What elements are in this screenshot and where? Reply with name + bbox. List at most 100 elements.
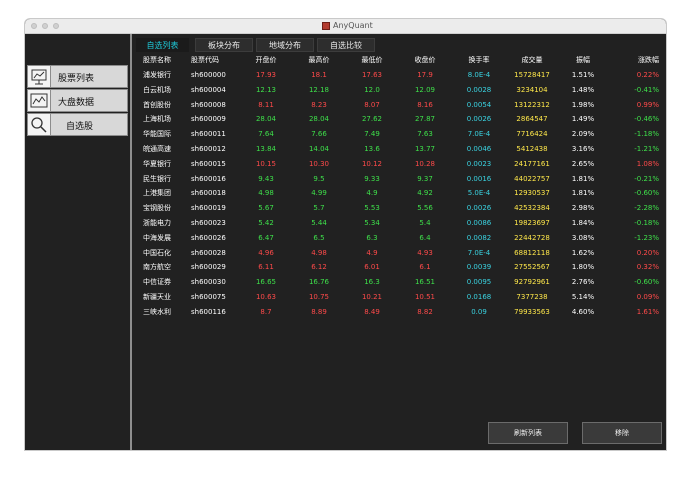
- column-header[interactable]: 涨跌幅: [615, 55, 659, 66]
- cell-open: 5.67: [258, 204, 274, 213]
- sidebar-item-stock-list[interactable]: 股票列表: [27, 65, 128, 88]
- tab-region[interactable]: 地域分布: [256, 38, 314, 52]
- cell-name: 上港集团: [143, 189, 171, 198]
- cell-high: 18.1: [311, 71, 327, 79]
- cell-low: 4.9: [366, 189, 378, 198]
- cell-name: 中海发展: [143, 233, 171, 242]
- column-header[interactable]: 成交量: [509, 55, 555, 66]
- column-header[interactable]: 最低价: [355, 55, 389, 66]
- cell-change: 1.08%: [636, 159, 659, 168]
- close-window-button[interactable]: [31, 23, 37, 29]
- app-icon: [322, 22, 330, 30]
- column-header[interactable]: 股票代码: [191, 55, 235, 66]
- cell-high: 6.12: [311, 263, 327, 272]
- cell-volume: 24177161: [514, 159, 550, 168]
- cell-turnover: 0.0026: [466, 204, 492, 213]
- cell-change: 0.20%: [636, 248, 659, 257]
- cell-volume: 27552567: [514, 263, 550, 272]
- cell-low: 7.49: [364, 130, 380, 139]
- cell-name: 中国石化: [143, 248, 171, 257]
- cell-close: 8.16: [417, 100, 433, 109]
- cell-volume: 13122312: [514, 100, 550, 109]
- cell-high: 9.5: [313, 174, 325, 183]
- cell-close: 7.63: [417, 130, 433, 139]
- magnifier-icon: [28, 114, 51, 135]
- cell-amplitude: 1.84%: [571, 219, 595, 227]
- cell-amplitude: 1.49%: [571, 115, 595, 124]
- column-header[interactable]: 收盘价: [408, 55, 442, 66]
- cell-change: 0.09%: [636, 293, 659, 301]
- column-header[interactable]: 换手率: [461, 55, 497, 66]
- sidebar-item-watchlist[interactable]: 自选股: [27, 113, 128, 136]
- cell-code: sh600011: [191, 130, 226, 139]
- cell-high: 10.30: [308, 159, 330, 168]
- refresh-list-button[interactable]: 刷新列表: [488, 422, 568, 444]
- cell-amplitude: 1.81%: [571, 189, 595, 198]
- cell-code: sh600009: [191, 115, 226, 124]
- cell-low: 6.3: [366, 233, 378, 242]
- cell-name: 中信证券: [143, 278, 171, 287]
- cell-amplitude: 2.65%: [571, 159, 595, 168]
- sidebar-item-market-data[interactable]: 大盘数据: [27, 89, 128, 112]
- cell-change: -0.46%: [634, 115, 659, 124]
- cell-close: 9.37: [417, 174, 433, 183]
- cell-code: sh600075: [191, 293, 226, 301]
- cell-amplitude: 1.62%: [571, 248, 595, 257]
- cell-name: 三峡水利: [143, 307, 171, 316]
- sidebar: 股票列表 大盘数据 自选股: [25, 34, 130, 450]
- cell-volume: 22442728: [514, 233, 550, 242]
- sidebar-item-label: 大盘数据: [58, 98, 95, 108]
- cell-amplitude: 2.76%: [571, 278, 595, 287]
- cell-open: 10.63: [255, 293, 277, 301]
- cell-low: 27.62: [361, 115, 383, 124]
- cell-change: 0.32%: [636, 263, 659, 272]
- cell-volume: 7716424: [516, 130, 548, 139]
- cell-close: 8.82: [417, 307, 433, 316]
- cell-amplitude: 1.98%: [571, 100, 595, 109]
- cell-amplitude: 2.98%: [571, 204, 595, 213]
- cell-turnover: 0.0026: [466, 115, 492, 124]
- cell-code: sh600019: [191, 204, 226, 213]
- cell-amplitude: 4.60%: [571, 307, 595, 316]
- cell-low: 10.12: [361, 159, 383, 168]
- cell-turnover: 0.0016: [466, 174, 492, 183]
- cell-low: 5.34: [364, 219, 380, 227]
- cell-code: sh600029: [191, 263, 226, 272]
- column-header[interactable]: 最高价: [302, 55, 336, 66]
- cell-low: 16.3: [364, 278, 380, 287]
- column-header[interactable]: 股票名称: [143, 55, 185, 66]
- cell-open: 4.98: [258, 189, 274, 198]
- tab-sector[interactable]: 板块分布: [195, 38, 253, 52]
- cell-open: 7.64: [258, 130, 274, 139]
- cell-low: 5.53: [364, 204, 380, 213]
- cell-low: 13.6: [364, 145, 380, 153]
- cell-name: 浙能电力: [143, 219, 171, 227]
- cell-name: 华夏银行: [143, 159, 171, 168]
- cell-turnover: 0.0028: [466, 85, 492, 94]
- cell-amplitude: 3.08%: [571, 233, 595, 242]
- cell-high: 28.04: [308, 115, 330, 124]
- cell-open: 10.15: [255, 159, 277, 168]
- cell-name: 皖通高速: [143, 145, 171, 153]
- cell-close: 10.51: [414, 293, 436, 301]
- tab-compare[interactable]: 自选比较: [317, 38, 375, 52]
- remove-button[interactable]: 移除: [582, 422, 662, 444]
- cell-name: 南方航空: [143, 263, 171, 272]
- cell-close: 4.92: [417, 189, 433, 198]
- cell-name: 民生银行: [143, 174, 171, 183]
- zoom-window-button[interactable]: [53, 23, 59, 29]
- column-header[interactable]: 开盘价: [249, 55, 283, 66]
- cell-amplitude: 1.80%: [571, 263, 595, 272]
- minimize-window-button[interactable]: [42, 23, 48, 29]
- cell-open: 28.04: [255, 115, 277, 124]
- cell-volume: 19823697: [514, 219, 550, 227]
- column-header[interactable]: 振幅: [563, 55, 603, 66]
- tab-watchlist[interactable]: 自选列表: [136, 38, 189, 52]
- cell-close: 12.09: [414, 85, 436, 94]
- cell-turnover: 5.0E-4: [467, 189, 491, 198]
- cell-change: -0.60%: [634, 278, 659, 287]
- cell-volume: 79933563: [514, 307, 550, 316]
- cell-low: 8.07: [364, 100, 380, 109]
- cell-turnover: 7.0E-4: [467, 130, 491, 139]
- cell-change: -1.21%: [634, 145, 659, 153]
